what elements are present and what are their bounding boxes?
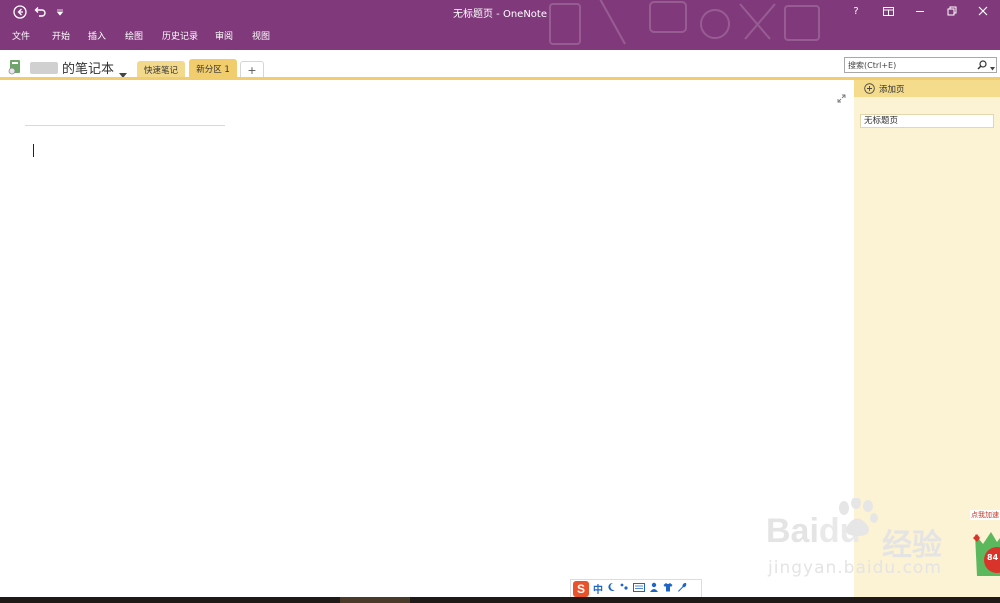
notebook-icon[interactable]: [8, 59, 22, 75]
menu-view[interactable]: 视图: [252, 29, 270, 42]
text-cursor: [33, 144, 34, 157]
search-input[interactable]: 搜索(Ctrl+E): [848, 60, 896, 71]
skin-shirt-icon[interactable]: [663, 582, 673, 595]
wrench-icon[interactable]: [677, 582, 687, 595]
ime-toolbar: S 中: [570, 579, 702, 598]
menu-insert[interactable]: 插入: [88, 29, 106, 42]
taskbar-item[interactable]: [340, 597, 410, 603]
plus-circle-icon: [864, 83, 875, 97]
ime-mode[interactable]: 中: [593, 581, 603, 596]
user-icon[interactable]: [649, 582, 659, 595]
close-icon[interactable]: [972, 3, 994, 19]
expand-icon[interactable]: [837, 88, 846, 107]
section-tab-quick-notes[interactable]: 快速笔记: [137, 61, 185, 78]
title-bar: 无标题页 - OneNote ? 文件 开始 插入 绘图 历史记录 审阅 视图: [0, 0, 1000, 50]
taskbar-strip: [0, 597, 1000, 603]
help-button[interactable]: ?: [845, 3, 867, 19]
page-canvas[interactable]: [0, 80, 854, 598]
menu-home[interactable]: 开始: [52, 29, 70, 42]
watermark-url: jingyan.baidu.com: [768, 558, 942, 578]
menu-file[interactable]: 文件: [12, 29, 30, 42]
add-page-button[interactable]: 添加页: [854, 80, 1000, 97]
search-icon[interactable]: [977, 60, 987, 72]
page-list-item[interactable]: 无标题页: [860, 114, 994, 128]
ribbon-display-icon[interactable]: [877, 3, 899, 19]
notebook-name[interactable]: 的笔记本: [62, 58, 114, 77]
restore-icon[interactable]: [941, 3, 963, 19]
notebook-owner-blurred: [30, 62, 58, 74]
search-box[interactable]: 搜索(Ctrl+E): [844, 57, 997, 73]
speedup-value: 84: [987, 553, 999, 562]
speedup-label[interactable]: 点我加速: [970, 510, 1000, 520]
page-title-field[interactable]: [25, 125, 225, 126]
menu-draw[interactable]: 绘图: [125, 29, 143, 42]
speedup-mascot-icon[interactable]: [971, 524, 1000, 576]
section-tab-new-section[interactable]: 新分区 1: [189, 59, 237, 78]
menu-review[interactable]: 审阅: [215, 29, 233, 42]
sogou-logo-icon[interactable]: S: [573, 580, 589, 597]
add-page-label: 添加页: [879, 85, 905, 95]
keyboard-icon[interactable]: [633, 582, 645, 595]
search-scope-chevron-icon[interactable]: [990, 64, 995, 73]
punctuation-icon[interactable]: [620, 582, 629, 595]
paw-icon: [836, 497, 880, 542]
minimize-icon[interactable]: [909, 3, 931, 19]
add-section-tab[interactable]: +: [240, 61, 264, 78]
moon-icon[interactable]: [607, 582, 616, 595]
menu-history[interactable]: 历史记录: [162, 29, 198, 42]
